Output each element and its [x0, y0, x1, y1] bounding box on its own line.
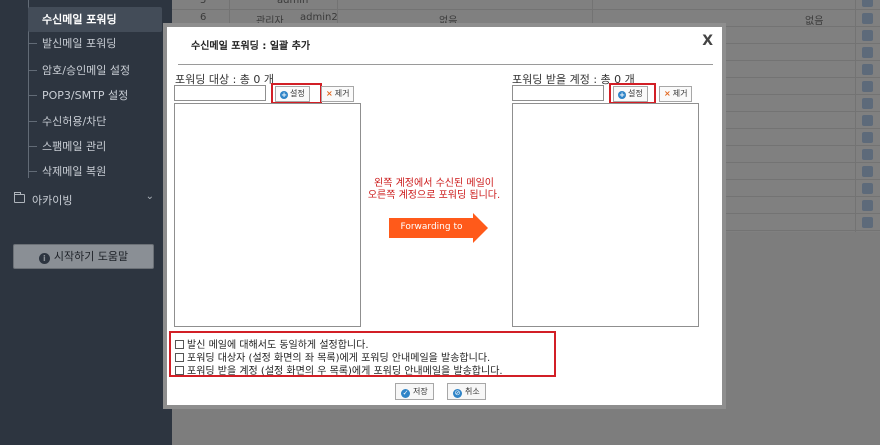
sidebar-item-label: 수신허용/차단	[42, 115, 107, 128]
button-label: 설정	[628, 89, 643, 98]
gear-icon[interactable]	[862, 166, 873, 177]
target-set-button[interactable]: + 설정	[613, 86, 648, 102]
close-icon[interactable]: X	[702, 33, 713, 49]
sidebar-item-incoming-forwarding[interactable]: 수신메일 포워딩	[28, 7, 162, 32]
target-account-list[interactable]	[512, 103, 699, 327]
plus-icon: +	[280, 91, 288, 99]
arrow-label: Forwarding to	[400, 222, 463, 232]
target-remove-button[interactable]: × 제거	[659, 86, 693, 102]
gear-icon[interactable]	[862, 217, 873, 228]
source-remove-button[interactable]: × 제거	[321, 86, 355, 102]
check-icon: ✓	[401, 389, 410, 398]
tree-tick	[28, 70, 37, 71]
sidebar-item-archiving[interactable]: 아카이빙 ⌄	[12, 190, 162, 210]
table-row[interactable]: 5 admin	[172, 0, 880, 10]
sidebar-item-pop3-smtp[interactable]: POP3/SMTP 설정	[28, 83, 162, 108]
sidebar-item-label: POP3/SMTP 설정	[42, 89, 129, 102]
note-line: 오른쪽 계정으로 포워딩 됩니다.	[367, 190, 501, 201]
sidebar-item-allow-block[interactable]: 수신허용/차단	[28, 109, 162, 134]
source-set-button[interactable]: + 설정	[275, 86, 310, 102]
gear-icon[interactable]	[862, 81, 873, 92]
gear-icon[interactable]	[862, 115, 873, 126]
sidebar-item-outgoing-forwarding[interactable]: 발신메일 포워딩	[28, 31, 162, 56]
note-line: 왼쪽 계정에서 수신된 메일이	[374, 178, 494, 189]
sidebar-item-label: 발신메일 포워딩	[42, 37, 117, 50]
gear-icon[interactable]	[862, 30, 873, 41]
remove-icon: ×	[664, 89, 671, 98]
gear-icon[interactable]	[862, 132, 873, 143]
button-label: 제거	[672, 89, 688, 98]
row-id: admin2	[300, 12, 338, 23]
help-button-label: 시작하기 도움말	[53, 250, 129, 263]
info-icon: i	[38, 253, 50, 264]
button-label: 취소	[465, 387, 480, 396]
sidebar: 수신메일 포워딩 발신메일 포워딩 암호/승인메일 설정 POP3/SMTP 설…	[0, 0, 172, 445]
checkbox[interactable]	[175, 353, 184, 362]
gear-icon[interactable]	[862, 98, 873, 109]
folder-icon	[14, 192, 25, 203]
row-name: admin	[277, 0, 309, 6]
remove-icon: ×	[326, 89, 333, 98]
option-notify-source[interactable]: 포워딩 대상자 (설정 화면의 좌 목록)에게 포워딩 안내메일을 발송합니다.	[175, 349, 490, 364]
tree-tick	[28, 121, 37, 122]
button-label: 저장	[413, 387, 428, 396]
option-label: 포워딩 받을 계정 (설정 화면의 우 목록)에게 포워딩 안내메일을 발송합니…	[187, 366, 503, 377]
checkbox[interactable]	[175, 340, 184, 349]
getting-started-help-button[interactable]: i 시작하기 도움말	[13, 244, 154, 269]
tree-tick	[28, 146, 37, 147]
source-account-input[interactable]	[174, 85, 266, 101]
forwarding-note: 왼쪽 계정에서 수신된 메일이 오른쪽 계정으로 포워딩 됩니다.	[349, 178, 519, 202]
row-extra: 없음	[805, 16, 824, 27]
gear-icon[interactable]	[862, 183, 873, 194]
gear-icon[interactable]	[862, 149, 873, 160]
checkbox[interactable]	[175, 366, 184, 375]
sidebar-item-label: 암호/승인메일 설정	[42, 64, 131, 77]
gear-icon[interactable]	[862, 200, 873, 211]
row-number: 6	[200, 12, 207, 23]
option-apply-outgoing[interactable]: 발신 메일에 대해서도 동일하게 설정합니다.	[175, 336, 369, 351]
tree-tick	[28, 95, 37, 96]
bulk-forwarding-dialog: 수신메일 포워딩 : 일괄 추가 X 포워딩 대상 : 총 0 개 + 설정 × 제…	[163, 23, 726, 409]
sidebar-item-label: 삭제메일 복원	[42, 165, 107, 178]
archive-label: 아카이빙	[32, 194, 73, 207]
dialog-title: 수신메일 포워딩 : 일괄 추가	[191, 41, 311, 52]
button-label: 설정	[290, 89, 305, 98]
chevron-down-icon: ⌄	[145, 191, 154, 202]
target-account-input[interactable]	[512, 85, 604, 101]
button-label: 제거	[334, 89, 350, 98]
sidebar-item-encryption-approval[interactable]: 암호/승인메일 설정	[28, 58, 162, 83]
tree-tick	[28, 171, 37, 172]
sidebar-item-label: 수신메일 포워딩	[42, 13, 117, 26]
gear-icon[interactable]	[862, 13, 873, 24]
cancel-icon: ⊘	[453, 389, 462, 398]
plus-icon: +	[618, 91, 626, 99]
sidebar-item-label: 스팸메일 관리	[42, 140, 107, 153]
row-number: 5	[200, 0, 207, 6]
tree-tick	[28, 43, 37, 44]
gear-icon[interactable]	[862, 0, 873, 7]
option-notify-target[interactable]: 포워딩 받을 계정 (설정 화면의 우 목록)에게 포워딩 안내메일을 발송합니…	[175, 362, 503, 377]
gear-icon[interactable]	[862, 47, 873, 58]
sidebar-item-spam[interactable]: 스팸메일 관리	[28, 134, 162, 159]
gear-icon[interactable]	[862, 64, 873, 75]
sidebar-item-restore-deleted[interactable]: 삭제메일 복원	[28, 159, 162, 184]
source-account-list[interactable]	[174, 103, 361, 327]
title-divider	[178, 64, 713, 65]
save-button[interactable]: ✓ 저장	[395, 383, 434, 400]
cancel-button[interactable]: ⊘ 취소	[447, 383, 486, 400]
